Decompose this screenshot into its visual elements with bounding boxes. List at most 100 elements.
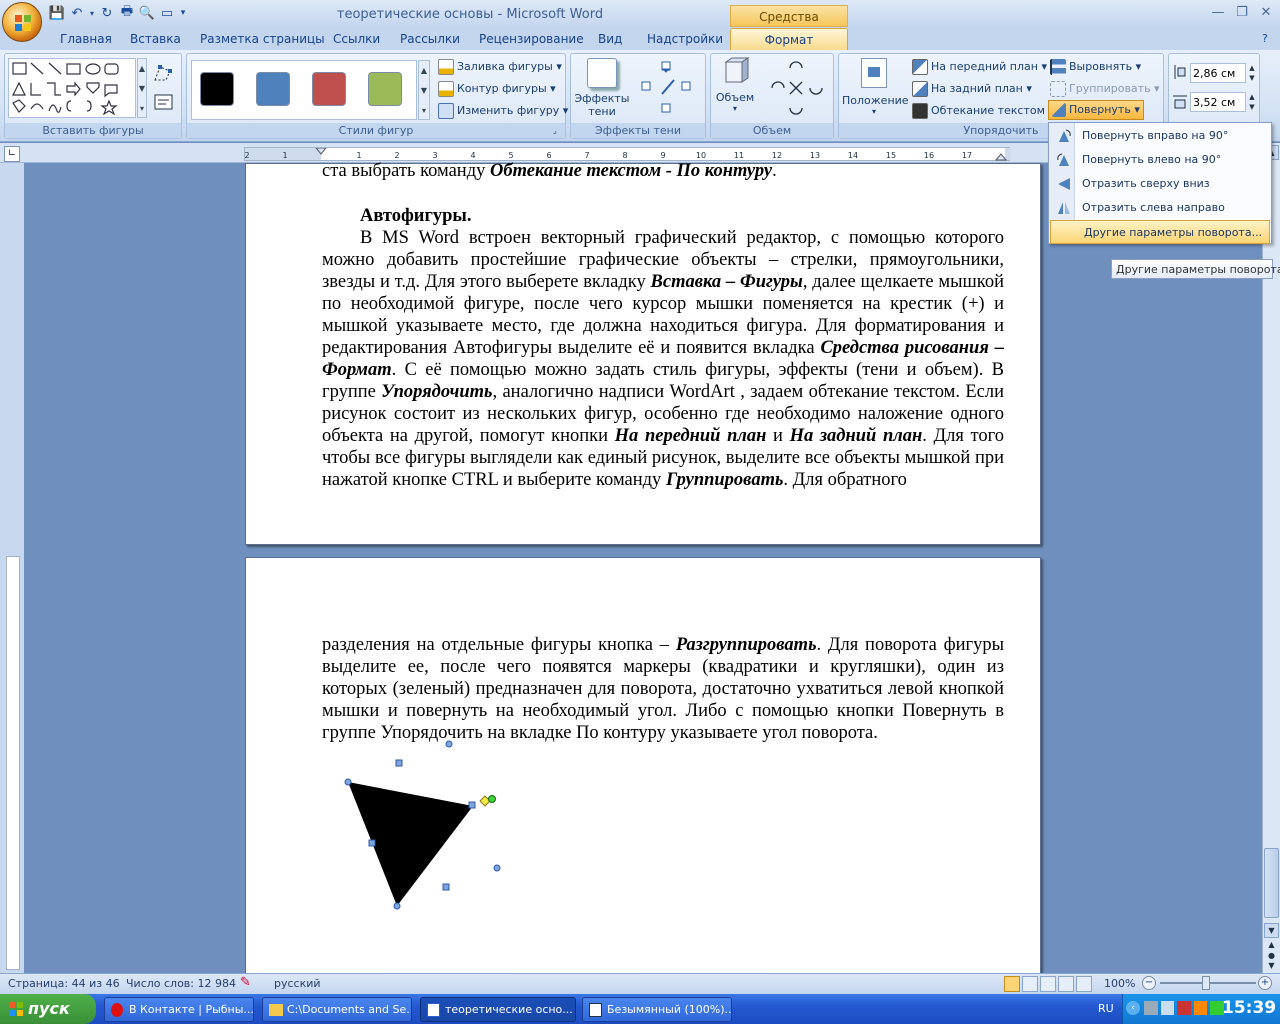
selected-triangle-shape[interactable]: [330, 735, 520, 920]
edit-shape-points-icon[interactable]: [152, 62, 176, 84]
undo-dropdown-icon[interactable]: ▾: [88, 4, 96, 22]
print-preview-icon[interactable]: 🔍: [138, 4, 156, 22]
tilt-up-icon[interactable]: [788, 58, 804, 74]
volume-toggle-icon[interactable]: [788, 80, 804, 96]
group-button[interactable]: Группировать ▾: [1050, 81, 1160, 97]
change-shape-button[interactable]: Изменить фигуру ▾: [438, 103, 568, 119]
send-to-back-button[interactable]: На задний план ▾: [912, 81, 1032, 97]
rotation-handle[interactable]: [488, 795, 496, 803]
keyboard-language[interactable]: RU: [1098, 1002, 1114, 1015]
tray-app-icon[interactable]: [1193, 1001, 1208, 1015]
network-icon[interactable]: [1144, 1001, 1158, 1015]
shapes-gallery[interactable]: [8, 58, 136, 118]
nudge-shadow-down-icon[interactable]: [660, 102, 676, 116]
scroll-thumb[interactable]: [1264, 848, 1279, 918]
customize-qat-icon[interactable]: ▾: [178, 4, 188, 22]
word-count[interactable]: Число слов: 12 984: [126, 977, 236, 990]
restore-button[interactable]: ❐: [1232, 5, 1252, 21]
bring-to-front-button[interactable]: На передний план ▾: [912, 59, 1047, 75]
tab-stop-selector[interactable]: ∟: [4, 146, 20, 162]
tilt-right-icon[interactable]: [810, 80, 826, 96]
nudge-shadow-right-icon[interactable]: [682, 80, 698, 94]
resize-handle[interactable]: [468, 801, 476, 809]
draft-view-icon[interactable]: [1076, 976, 1092, 992]
nudge-shadow-up-icon[interactable]: [660, 58, 676, 72]
corner-handle[interactable]: [445, 740, 453, 748]
shadow-toggle-icon[interactable]: [662, 80, 678, 94]
tab-review[interactable]: Рецензирование: [479, 32, 584, 46]
office-button[interactable]: [2, 2, 42, 42]
outline-view-icon[interactable]: [1058, 976, 1074, 992]
taskbar-item-vkontakte[interactable]: В Контакте | Рыбны...: [104, 997, 254, 1022]
shape-fill-button[interactable]: Заливка фигуры ▾: [438, 59, 562, 75]
taskbar-item-folder[interactable]: C:\Documents and Se...: [262, 997, 412, 1022]
redo-icon[interactable]: ↻: [98, 4, 116, 22]
shadow-effects-button[interactable]: Эффекты тени: [574, 56, 630, 120]
style-gallery-scroll[interactable]: ▲ ▼ ▾: [418, 60, 430, 120]
tab-insert[interactable]: Вставка: [130, 32, 181, 46]
menu-flip-horizontal[interactable]: Отразить слева направо: [1050, 196, 1270, 220]
menu-flip-vertical[interactable]: Отразить сверху вниз: [1050, 172, 1270, 196]
web-layout-view-icon[interactable]: [1040, 976, 1056, 992]
resize-handle[interactable]: [395, 759, 403, 767]
width-spinner[interactable]: ▲ ▼: [1246, 92, 1258, 112]
tilt-down-icon[interactable]: [788, 102, 804, 118]
height-input[interactable]: 2,86 см: [1190, 63, 1246, 83]
tab-view[interactable]: Вид: [598, 32, 622, 46]
browse-object-icon[interactable]: ●: [1264, 951, 1279, 961]
position-button[interactable]: Положение ▾: [842, 56, 909, 120]
text-wrap-button[interactable]: Обтекание текстом ▾: [912, 103, 1054, 119]
text-box-icon[interactable]: [152, 92, 176, 112]
menu-rotate-left-90[interactable]: Повернуть влево на 90°: [1050, 148, 1270, 172]
new-document-icon[interactable]: ▭: [158, 4, 176, 22]
shape-outline-button[interactable]: Контур фигуры ▾: [438, 81, 556, 97]
tab-addins[interactable]: Надстройки: [647, 32, 723, 46]
print-icon[interactable]: 🖶: [118, 4, 136, 22]
shapes-gallery-scroll[interactable]: ▲ ▼ ▾: [137, 58, 147, 118]
style-swatch-blue[interactable]: [256, 72, 290, 106]
tilt-left-icon[interactable]: [766, 80, 782, 96]
help-icon[interactable]: ?: [1262, 32, 1276, 46]
language-indicator[interactable]: русский: [274, 977, 321, 990]
page-count[interactable]: Страница: 44 из 46: [8, 977, 120, 990]
resize-handle[interactable]: [442, 883, 450, 891]
vertical-ruler[interactable]: [6, 556, 20, 970]
tab-home[interactable]: Главная: [60, 32, 112, 46]
width-input[interactable]: 3,52 см: [1190, 92, 1246, 112]
style-swatch-black[interactable]: [200, 72, 234, 106]
dialog-launcher-icon[interactable]: ⌟: [553, 126, 557, 135]
close-button[interactable]: ✕: [1256, 5, 1276, 21]
height-spinner[interactable]: ▲ ▼: [1246, 63, 1258, 83]
menu-more-rotation-options[interactable]: Другие параметры поворота...: [1050, 220, 1270, 244]
minimize-button[interactable]: —: [1208, 5, 1228, 21]
antivirus-icon[interactable]: [1177, 1001, 1191, 1015]
align-button[interactable]: Выровнять ▾: [1050, 59, 1141, 75]
nudge-shadow-left-icon[interactable]: [640, 80, 656, 94]
volume-icon[interactable]: [1160, 1001, 1175, 1015]
corner-handle[interactable]: [493, 864, 501, 872]
tab-mailings[interactable]: Рассылки: [400, 32, 460, 46]
corner-handle[interactable]: [344, 778, 352, 786]
spelling-check-icon[interactable]: ✎: [240, 975, 258, 991]
style-swatch-green[interactable]: [368, 72, 402, 106]
scroll-down-icon[interactable]: ▼: [1264, 923, 1279, 938]
volume-button[interactable]: Объем ▾: [713, 56, 757, 120]
zoom-out-icon[interactable]: −: [1142, 976, 1156, 990]
corner-handle[interactable]: [393, 902, 401, 910]
tab-references[interactable]: Ссылки: [333, 32, 380, 46]
full-screen-view-icon[interactable]: [1022, 976, 1038, 992]
taskbar-item-word[interactable]: теоретические осно...: [420, 997, 576, 1022]
next-page-icon[interactable]: ▼: [1264, 961, 1279, 973]
tab-format[interactable]: Формат: [730, 28, 848, 52]
undo-icon[interactable]: ↶: [68, 4, 86, 22]
horizontal-ruler[interactable]: 2 1 1 2 3 4 5 6 7 8 9 10 11 12 13 14 15 16 17: [244, 147, 1011, 161]
resize-handle[interactable]: [368, 839, 376, 847]
tab-page-layout[interactable]: Разметка страницы: [200, 32, 325, 46]
menu-rotate-right-90[interactable]: Повернуть вправо на 90°: [1050, 124, 1270, 148]
zoom-in-icon[interactable]: +: [1258, 976, 1272, 990]
rotate-button[interactable]: Повернуть ▾: [1048, 100, 1144, 120]
zoom-slider-thumb[interactable]: [1202, 976, 1210, 990]
print-layout-view-icon[interactable]: [1004, 976, 1020, 992]
clock[interactable]: 15:39: [1222, 998, 1276, 1018]
taskbar-item-paint[interactable]: Безымянный (100%)...: [582, 997, 732, 1022]
